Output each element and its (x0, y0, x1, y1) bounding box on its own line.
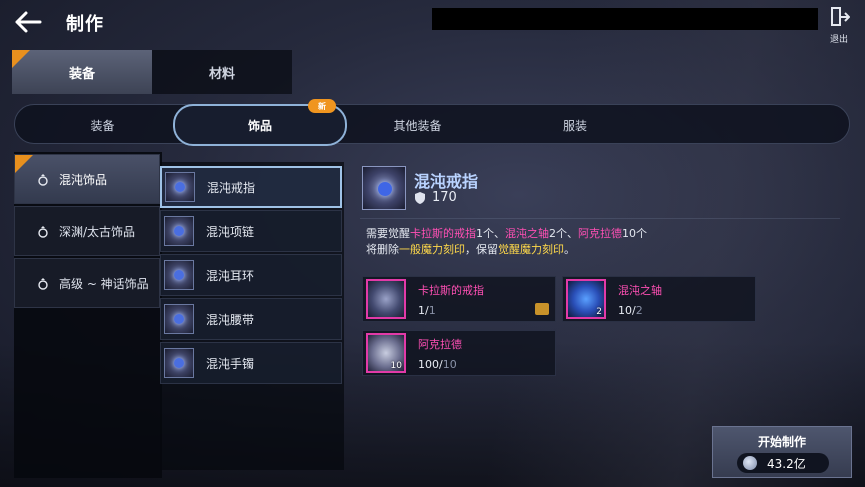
new-corner-badge (15, 155, 33, 173)
selected-item-name: 混沌戒指 (414, 172, 479, 191)
necklace-thumbnail-icon (164, 216, 194, 246)
material-slot-chaos-axis[interactable]: 2 混沌之轴 10/2 (562, 276, 756, 322)
belt-thumbnail-icon (164, 304, 194, 334)
category-abyss-ancient[interactable]: 深渊/太古饰品 (14, 206, 160, 256)
req-item-name: 阿克拉德 (578, 227, 622, 240)
earring-thumbnail-icon (164, 260, 194, 290)
material-icon-count: 10 (390, 361, 402, 371)
category-label: 深渊/太古饰品 (59, 224, 136, 239)
req-text: 将删除 (366, 243, 399, 256)
category-advanced-mythic[interactable]: 高级 ~ 神话饰品 (14, 258, 160, 308)
new-badge: 新 (308, 99, 336, 113)
material-quantity: 100/10 (418, 358, 462, 371)
subtab-label: 服装 (562, 118, 587, 133)
material-quantity: 1/1 (418, 304, 484, 317)
req-item-name: 卡拉斯的戒指 (410, 227, 476, 240)
tab-materials[interactable]: 材料 (152, 50, 292, 94)
subtab-bar: 装备 饰品 新 其他装备 服装 (14, 99, 850, 146)
material-name: 卡拉斯的戒指 (418, 283, 484, 297)
item-name: 混沌腰带 (206, 312, 255, 327)
req-highlight: 一般魔力刻印 (399, 243, 465, 256)
material-need: 1 (428, 303, 436, 317)
item-list: 混沌戒指 混沌项链 混沌耳环 混沌腰带 混沌手镯 (160, 162, 344, 470)
material-have: 10/ (618, 303, 636, 317)
material-need: 2 (635, 303, 643, 317)
header-bar: 制作 退出 (0, 0, 865, 45)
material-slot-karas-ring[interactable]: 卡拉斯的戒指 1/1 (362, 276, 556, 322)
material-icon-count: 2 (596, 307, 602, 317)
tab-materials-label: 材料 (208, 66, 235, 82)
req-text: 10个 (622, 227, 647, 240)
list-item-chaos-necklace[interactable]: 混沌项链 (160, 210, 342, 252)
page-title: 制作 (66, 14, 104, 35)
craft-button-label: 开始制作 (757, 435, 806, 449)
material-need: 10 (442, 357, 457, 371)
material-name: 阿克拉德 (418, 337, 462, 351)
req-text: 需要觉醒 (366, 227, 410, 240)
req-text: 2个、 (549, 227, 578, 240)
req-text: ，保留 (465, 243, 498, 256)
swap-icon[interactable] (535, 303, 549, 315)
subtab-costume[interactable]: 服装 (510, 105, 640, 145)
item-name: 混沌项链 (206, 224, 255, 239)
divider (360, 218, 840, 219)
exit-door-icon (831, 7, 851, 26)
list-item-chaos-bracelet[interactable]: 混沌手镯 (160, 342, 342, 384)
material-slot-akrad[interactable]: 10 阿克拉德 100/10 (362, 330, 556, 376)
category-panel: 混沌饰品 深渊/太古饰品 高级 ~ 神话饰品 (14, 152, 162, 478)
material-have: 100/ (418, 357, 443, 371)
ring-material-icon (366, 279, 406, 319)
category-label: 混沌饰品 (59, 172, 108, 187)
item-name: 混沌手镯 (206, 356, 255, 371)
back-arrow-icon[interactable] (14, 8, 42, 36)
tab-equipment[interactable]: 装备 (12, 50, 152, 94)
material-name: 混沌之轴 (618, 283, 662, 297)
exit-button[interactable]: 退出 (824, 6, 854, 45)
subtab-accessories[interactable]: 饰品 新 (173, 99, 347, 146)
exit-label: 退出 (829, 35, 848, 45)
ore-material-icon: 10 (366, 333, 406, 373)
list-item-chaos-ring[interactable]: 混沌戒指 (160, 166, 342, 208)
crystal-material-icon: 2 (566, 279, 606, 319)
requirement-line-1: 需要觉醒卡拉斯的戒指1个、混沌之轴2个、阿克拉德10个 (366, 226, 647, 242)
bracelet-thumbnail-icon (164, 348, 194, 378)
ring-icon (38, 277, 48, 290)
ring-icon (38, 225, 48, 238)
list-item-chaos-earring[interactable]: 混沌耳环 (160, 254, 342, 296)
ring-thumbnail-icon (165, 172, 195, 202)
req-item-name: 混沌之轴 (505, 227, 549, 240)
subtab-label: 其他装备 (393, 118, 442, 133)
list-item-chaos-belt[interactable]: 混沌腰带 (160, 298, 342, 340)
tab-equipment-label: 装备 (68, 66, 95, 82)
subtab-other-equipment[interactable]: 其他装备 (350, 105, 485, 145)
silver-coin-icon (743, 456, 757, 470)
selected-item-ring-icon (362, 166, 406, 210)
category-label: 高级 ~ 神话饰品 (59, 276, 149, 291)
req-text: 。 (564, 243, 575, 256)
craft-cost: 43.2亿 (737, 453, 829, 473)
subtab-label: 装备 (90, 118, 115, 133)
start-craft-button[interactable]: 开始制作 43.2亿 (712, 426, 852, 478)
item-name: 混沌耳环 (206, 268, 255, 283)
material-quantity: 10/2 (618, 304, 662, 317)
redacted-area (432, 8, 818, 30)
ring-icon (38, 173, 48, 186)
requirement-line-2: 将删除一般魔力刻印，保留觉醒魔力刻印。 (366, 242, 647, 258)
item-name: 混沌戒指 (207, 180, 256, 195)
new-corner-badge (12, 50, 30, 68)
req-text: 1个、 (476, 227, 505, 240)
requirement-text: 需要觉醒卡拉斯的戒指1个、混沌之轴2个、阿克拉德10个 将删除一般魔力刻印，保留… (366, 226, 647, 258)
selected-item-power: 170 (432, 190, 457, 205)
craft-cost-value: 43.2亿 (767, 456, 806, 471)
subtab-label: 饰品 (247, 118, 272, 133)
req-highlight: 觉醒魔力刻印 (498, 243, 564, 256)
category-chaos-accessories[interactable]: 混沌饰品 (14, 154, 160, 204)
subtab-equipment[interactable]: 装备 (35, 105, 170, 145)
material-have: 1/ (418, 303, 429, 317)
shield-icon (415, 192, 425, 204)
